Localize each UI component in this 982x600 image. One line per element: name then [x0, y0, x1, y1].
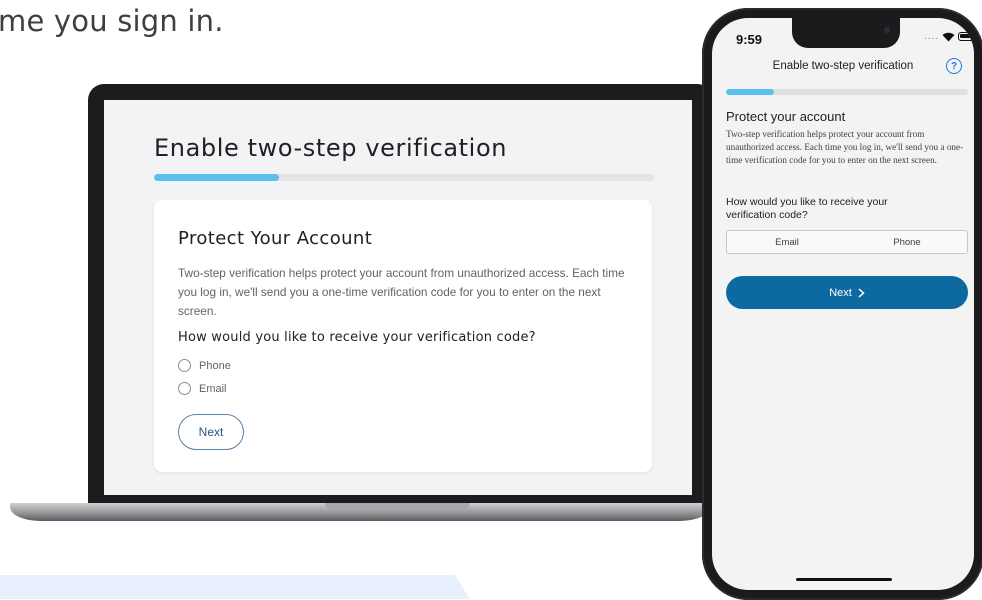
wifi-icon	[942, 32, 955, 41]
radio-circle-icon[interactable]	[178, 359, 191, 372]
laptop-screen: Enable two-step verification Protect You…	[104, 100, 692, 495]
progress-bar	[154, 174, 654, 181]
radio-option-phone[interactable]: Phone	[178, 359, 231, 372]
camera-icon	[884, 27, 890, 33]
battery-icon	[958, 32, 974, 41]
app-header: Enable two-step verification ?	[712, 56, 974, 80]
question-circle-icon[interactable]: ?	[946, 58, 962, 74]
phone-screen: 9:59 .... Enable two-step verification ?…	[712, 18, 974, 590]
progress-fill	[726, 89, 775, 95]
signal-icon: ....	[924, 31, 940, 42]
card-title: Protect Your Account	[178, 228, 373, 249]
section-title: Protect your account	[726, 109, 846, 124]
verification-card: Protect Your Account Two-step verificati…	[154, 200, 652, 472]
method-question: How would you like to receive your verif…	[726, 196, 888, 221]
next-button[interactable]: Next	[726, 276, 968, 309]
progress-bar	[726, 89, 968, 95]
radio-option-email[interactable]: Email	[178, 382, 227, 395]
home-indicator	[796, 578, 892, 581]
status-time: 9:59	[736, 32, 763, 47]
laptop-hinge-notch	[325, 503, 470, 509]
method-segmented-control: Email Phone	[726, 230, 968, 254]
radio-label: Phone	[199, 359, 231, 372]
segment-email[interactable]: Email	[727, 231, 847, 253]
header-title: Enable two-step verification	[772, 60, 914, 72]
page-title: Enable two-step verification	[154, 134, 508, 162]
radio-circle-icon[interactable]	[178, 382, 191, 395]
dynamic-island	[792, 18, 900, 48]
method-question: How would you like to receive your verif…	[178, 330, 536, 345]
intro-text: me you sign in.	[0, 4, 224, 38]
next-button-label: Next	[829, 286, 852, 299]
next-button[interactable]: Next	[178, 414, 244, 450]
progress-fill	[154, 174, 279, 181]
segment-phone[interactable]: Phone	[847, 231, 967, 253]
section-description: Two-step verification helps protect your…	[726, 129, 964, 165]
accent-band	[0, 575, 470, 599]
status-icons: ....	[924, 31, 974, 42]
card-description: Two-step verification helps protect your…	[178, 266, 625, 318]
chevron-right-icon	[858, 287, 865, 298]
radio-label: Email	[199, 382, 227, 395]
